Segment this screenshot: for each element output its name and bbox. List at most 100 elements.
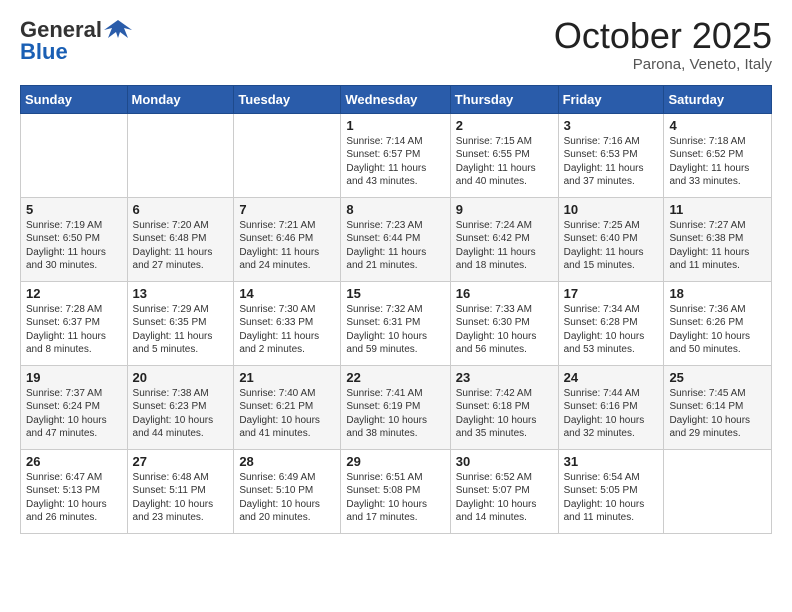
table-row: 13 Sunrise: 7:29 AM Sunset: 6:35 PM Dayli… bbox=[127, 281, 234, 365]
table-row: 28Sunrise: 6:49 AM Sunset: 5:10 PM Dayli… bbox=[234, 449, 341, 533]
location-subtitle: Parona, Veneto, Italy bbox=[554, 56, 772, 73]
day-info: Sunrise: 7:30 AM Sunset: 6:33 PM Dayligh… bbox=[239, 303, 335, 357]
calendar-week-row: 26Sunrise: 6:47 AM Sunset: 5:13 PM Dayli… bbox=[21, 449, 772, 533]
calendar-week-row: 1Sunrise: 7:14 AM Sunset: 6:57 PM Daylig… bbox=[21, 113, 772, 197]
table-row: 10 Sunrise: 7:25 AM Sunset: 6:40 PM Dayli… bbox=[558, 197, 664, 281]
day-number: 1 bbox=[346, 118, 444, 133]
day-number: 25 bbox=[669, 370, 766, 385]
calendar-week-row: 12Sunrise: 7:28 AM Sunset: 6:37 PM Dayli… bbox=[21, 281, 772, 365]
day-number: 21 bbox=[239, 370, 335, 385]
month-title: October 2025 bbox=[554, 16, 772, 56]
table-row: 15Sunrise: 7:32 AM Sunset: 6:31 PM Dayli… bbox=[341, 281, 450, 365]
day-info: Sunrise: 7:23 AM Sunset: 6:44 PM Dayligh… bbox=[346, 219, 444, 273]
calendar-week-row: 19 Sunrise: 7:37 AM Sunset: 6:24 PM Dayli… bbox=[21, 365, 772, 449]
day-info: Sunrise: 7:33 AM Sunset: 6:30 PM Dayligh… bbox=[456, 303, 553, 357]
day-number: 30 bbox=[456, 454, 553, 469]
table-row: 7Sunrise: 7:21 AM Sunset: 6:46 PM Daylig… bbox=[234, 197, 341, 281]
table-row: 16 Sunrise: 7:33 AM Sunset: 6:30 PM Dayli… bbox=[450, 281, 558, 365]
table-row: 27Sunrise: 6:48 AM Sunset: 5:11 PM Dayli… bbox=[127, 449, 234, 533]
table-row: 12Sunrise: 7:28 AM Sunset: 6:37 PM Dayli… bbox=[21, 281, 128, 365]
table-row: 29Sunrise: 6:51 AM Sunset: 5:08 PM Dayli… bbox=[341, 449, 450, 533]
day-number: 16 bbox=[456, 286, 553, 301]
day-info: Sunrise: 6:48 AM Sunset: 5:11 PM Dayligh… bbox=[133, 471, 229, 525]
day-number: 23 bbox=[456, 370, 553, 385]
page: General Blue October 2025 Parona, Veneto… bbox=[0, 0, 792, 550]
table-row: 5 Sunrise: 7:19 AM Sunset: 6:50 PM Daylig… bbox=[21, 197, 128, 281]
table-row: 3Sunrise: 7:16 AM Sunset: 6:53 PM Daylig… bbox=[558, 113, 664, 197]
day-info: Sunrise: 7:19 AM Sunset: 6:50 PM Dayligh… bbox=[26, 219, 122, 273]
day-number: 28 bbox=[239, 454, 335, 469]
day-info: Sunrise: 7:38 AM Sunset: 6:23 PM Dayligh… bbox=[133, 387, 229, 441]
day-info: Sunrise: 6:51 AM Sunset: 5:08 PM Dayligh… bbox=[346, 471, 444, 525]
table-row: 30 Sunrise: 6:52 AM Sunset: 5:07 PM Dayli… bbox=[450, 449, 558, 533]
table-row: 25 Sunrise: 7:45 AM Sunset: 6:14 PM Dayli… bbox=[664, 365, 772, 449]
col-monday: Monday bbox=[127, 85, 234, 113]
day-info: Sunrise: 6:52 AM Sunset: 5:07 PM Dayligh… bbox=[456, 471, 553, 525]
day-info: Sunrise: 7:41 AM Sunset: 6:19 PM Dayligh… bbox=[346, 387, 444, 441]
day-number: 10 bbox=[564, 202, 659, 217]
table-row: 21 Sunrise: 7:40 AM Sunset: 6:21 PM Dayli… bbox=[234, 365, 341, 449]
day-number: 2 bbox=[456, 118, 553, 133]
logo-blue-text: Blue bbox=[20, 40, 68, 64]
day-info: Sunrise: 7:15 AM Sunset: 6:55 PM Dayligh… bbox=[456, 135, 553, 189]
table-row: 17Sunrise: 7:34 AM Sunset: 6:28 PM Dayli… bbox=[558, 281, 664, 365]
day-info: Sunrise: 7:40 AM Sunset: 6:21 PM Dayligh… bbox=[239, 387, 335, 441]
day-info: Sunrise: 7:29 AM Sunset: 6:35 PM Dayligh… bbox=[133, 303, 229, 357]
header: General Blue October 2025 Parona, Veneto… bbox=[20, 16, 772, 73]
day-number: 6 bbox=[133, 202, 229, 217]
day-info: Sunrise: 7:32 AM Sunset: 6:31 PM Dayligh… bbox=[346, 303, 444, 357]
day-number: 9 bbox=[456, 202, 553, 217]
day-number: 7 bbox=[239, 202, 335, 217]
title-block: October 2025 Parona, Veneto, Italy bbox=[554, 16, 772, 73]
day-number: 5 bbox=[26, 202, 122, 217]
col-friday: Friday bbox=[558, 85, 664, 113]
table-row: 18 Sunrise: 7:36 AM Sunset: 6:26 PM Dayli… bbox=[664, 281, 772, 365]
day-number: 14 bbox=[239, 286, 335, 301]
table-row: 11Sunrise: 7:27 AM Sunset: 6:38 PM Dayli… bbox=[664, 197, 772, 281]
day-info: Sunrise: 7:20 AM Sunset: 6:48 PM Dayligh… bbox=[133, 219, 229, 273]
day-info: Sunrise: 7:24 AM Sunset: 6:42 PM Dayligh… bbox=[456, 219, 553, 273]
day-number: 13 bbox=[133, 286, 229, 301]
day-number: 26 bbox=[26, 454, 122, 469]
col-tuesday: Tuesday bbox=[234, 85, 341, 113]
table-row: 6 Sunrise: 7:20 AM Sunset: 6:48 PM Daylig… bbox=[127, 197, 234, 281]
table-row: 24Sunrise: 7:44 AM Sunset: 6:16 PM Dayli… bbox=[558, 365, 664, 449]
day-info: Sunrise: 6:54 AM Sunset: 5:05 PM Dayligh… bbox=[564, 471, 659, 525]
calendar-header-row: Sunday Monday Tuesday Wednesday Thursday… bbox=[21, 85, 772, 113]
day-number: 24 bbox=[564, 370, 659, 385]
table-row: 8 Sunrise: 7:23 AM Sunset: 6:44 PM Daylig… bbox=[341, 197, 450, 281]
day-info: Sunrise: 7:45 AM Sunset: 6:14 PM Dayligh… bbox=[669, 387, 766, 441]
col-wednesday: Wednesday bbox=[341, 85, 450, 113]
day-number: 20 bbox=[133, 370, 229, 385]
day-info: Sunrise: 7:37 AM Sunset: 6:24 PM Dayligh… bbox=[26, 387, 122, 441]
day-info: Sunrise: 7:36 AM Sunset: 6:26 PM Dayligh… bbox=[669, 303, 766, 357]
day-number: 19 bbox=[26, 370, 122, 385]
table-row: 26Sunrise: 6:47 AM Sunset: 5:13 PM Dayli… bbox=[21, 449, 128, 533]
day-info: Sunrise: 7:27 AM Sunset: 6:38 PM Dayligh… bbox=[669, 219, 766, 273]
table-row: 4Sunrise: 7:18 AM Sunset: 6:52 PM Daylig… bbox=[664, 113, 772, 197]
day-number: 12 bbox=[26, 286, 122, 301]
table-row: 31 Sunrise: 6:54 AM Sunset: 5:05 PM Dayli… bbox=[558, 449, 664, 533]
table-row: 22 Sunrise: 7:41 AM Sunset: 6:19 PM Dayli… bbox=[341, 365, 450, 449]
day-info: Sunrise: 7:42 AM Sunset: 6:18 PM Dayligh… bbox=[456, 387, 553, 441]
logo-bird-icon bbox=[104, 16, 132, 44]
day-number: 22 bbox=[346, 370, 444, 385]
table-row: 20 Sunrise: 7:38 AM Sunset: 6:23 PM Dayli… bbox=[127, 365, 234, 449]
table-row bbox=[127, 113, 234, 197]
table-row: 9 Sunrise: 7:24 AM Sunset: 6:42 PM Daylig… bbox=[450, 197, 558, 281]
col-saturday: Saturday bbox=[664, 85, 772, 113]
table-row bbox=[234, 113, 341, 197]
day-number: 31 bbox=[564, 454, 659, 469]
table-row: 19 Sunrise: 7:37 AM Sunset: 6:24 PM Dayli… bbox=[21, 365, 128, 449]
day-number: 3 bbox=[564, 118, 659, 133]
table-row: 23 Sunrise: 7:42 AM Sunset: 6:18 PM Dayli… bbox=[450, 365, 558, 449]
day-info: Sunrise: 7:34 AM Sunset: 6:28 PM Dayligh… bbox=[564, 303, 659, 357]
logo: General Blue bbox=[20, 16, 132, 64]
day-number: 8 bbox=[346, 202, 444, 217]
table-row: 2 Sunrise: 7:15 AM Sunset: 6:55 PM Daylig… bbox=[450, 113, 558, 197]
col-sunday: Sunday bbox=[21, 85, 128, 113]
day-info: Sunrise: 7:25 AM Sunset: 6:40 PM Dayligh… bbox=[564, 219, 659, 273]
day-number: 18 bbox=[669, 286, 766, 301]
table-row: 1Sunrise: 7:14 AM Sunset: 6:57 PM Daylig… bbox=[341, 113, 450, 197]
table-row bbox=[21, 113, 128, 197]
